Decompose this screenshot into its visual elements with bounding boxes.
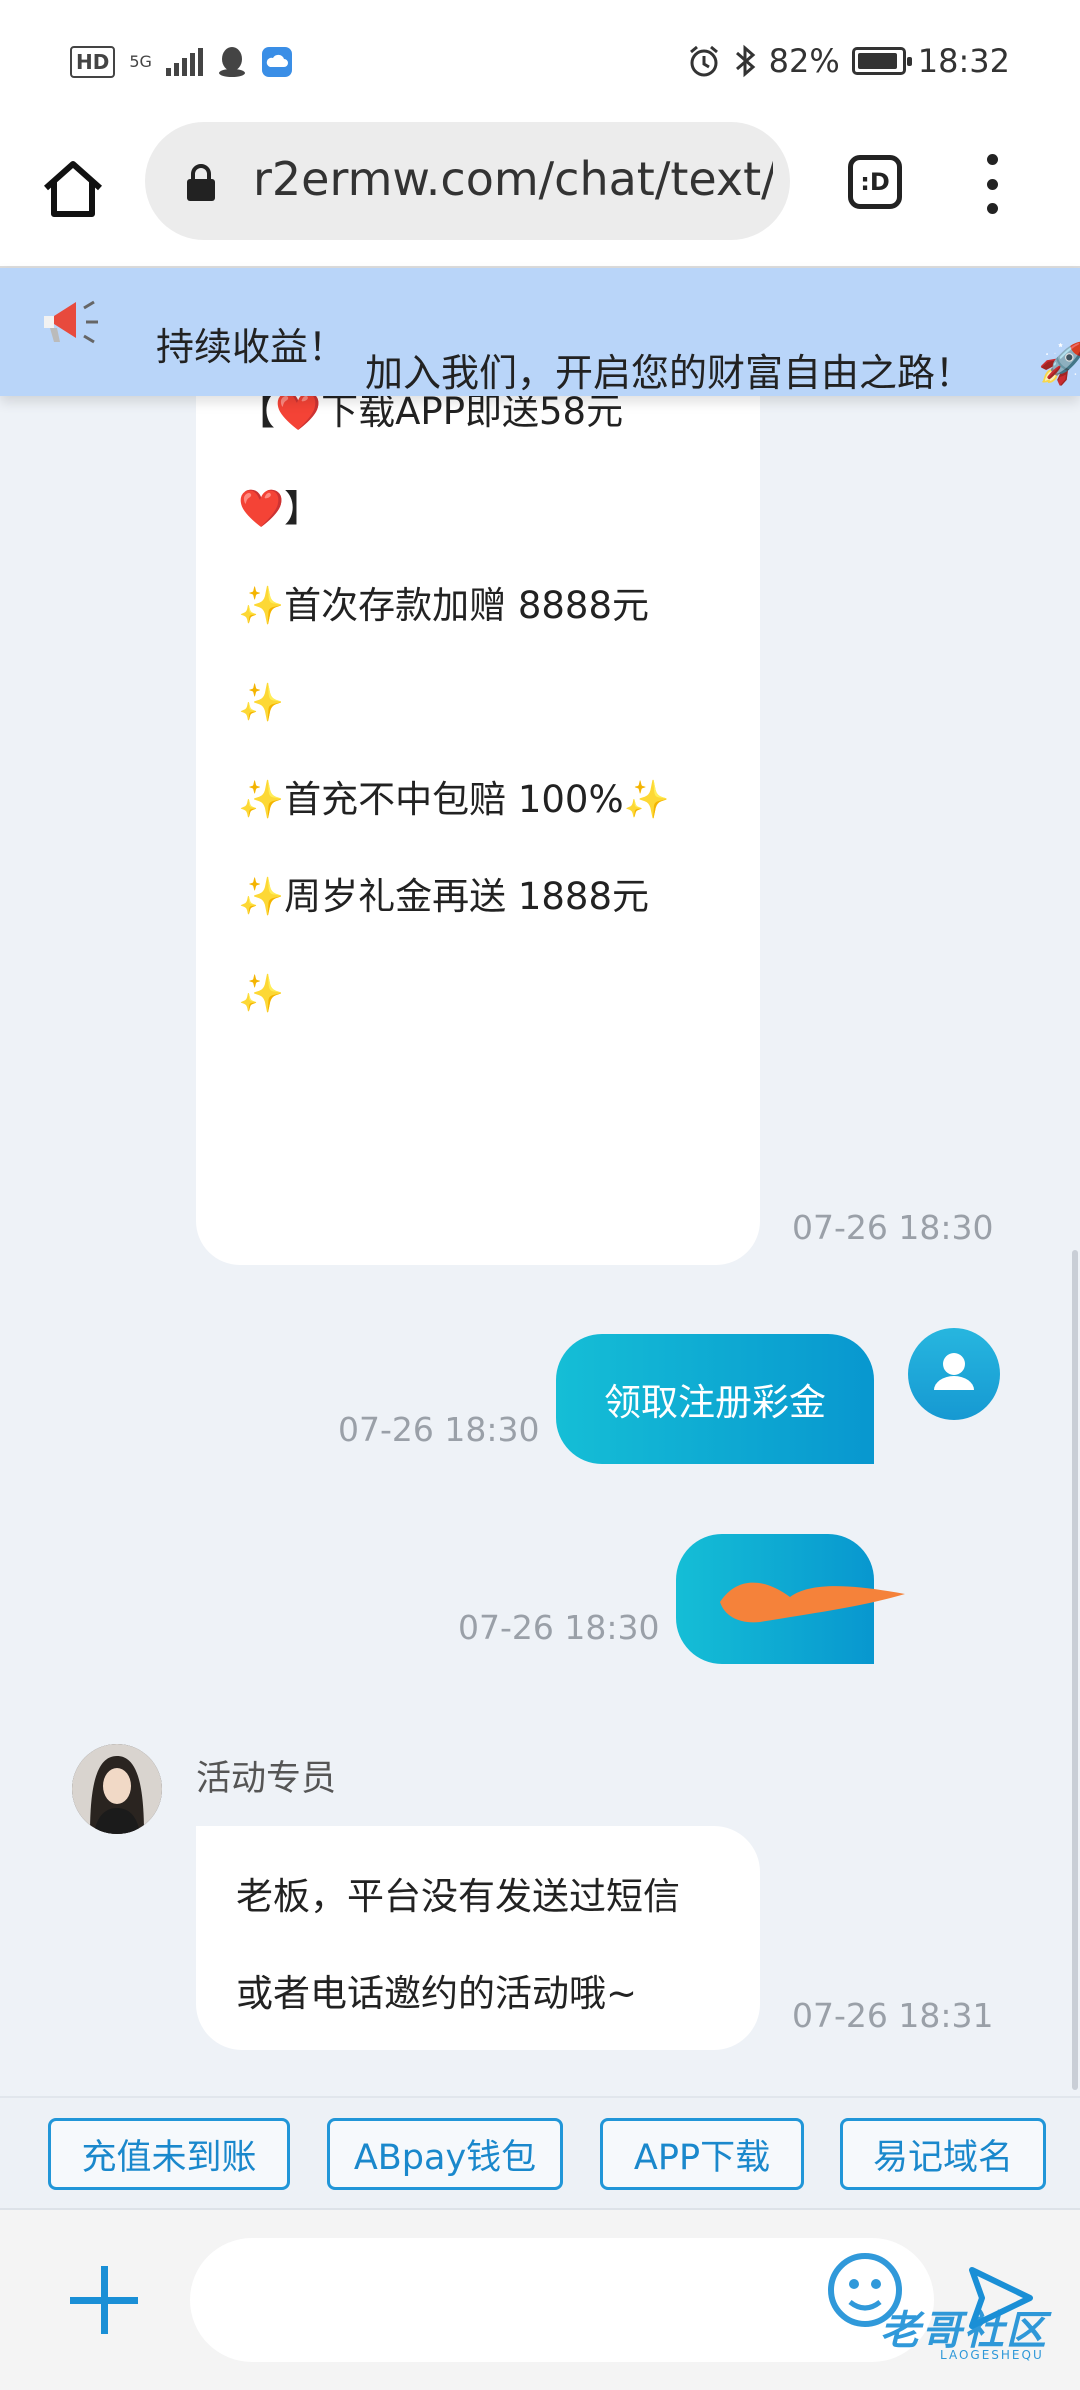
quick-reply-app-download[interactable]: APP下载 xyxy=(600,2118,804,2190)
promo-line: ✨ xyxy=(238,972,285,1015)
network-type: 5G xyxy=(129,52,152,71)
hd-indicator: HD xyxy=(70,46,116,78)
battery-icon xyxy=(851,47,912,75)
megaphone-icon xyxy=(44,300,98,344)
user-message-text: 领取注册彩金 xyxy=(604,1381,826,1424)
home-icon[interactable] xyxy=(40,156,106,222)
lock-icon xyxy=(187,164,215,201)
announcement-text-part2: 加入我们，开启您的财富自由之路！ xyxy=(365,351,974,395)
message-timestamp: 07-26 18:31 xyxy=(792,1996,994,2035)
quick-reply-abpay[interactable]: ABpay钱包 xyxy=(327,2118,563,2190)
promo-line: ✨首充不中包赔 100%✨ xyxy=(238,778,670,821)
address-bar[interactable]: r2ermw.com/chat/text/c xyxy=(145,122,790,240)
qq-icon xyxy=(218,47,245,77)
overflow-menu-icon[interactable] xyxy=(984,154,1000,214)
user-message-bubble: 领取注册彩金 xyxy=(556,1334,874,1464)
promo-line: ✨周岁礼金再送 1888元 xyxy=(238,875,649,918)
message-input-bar: 老哥社区 LAOGESHEQU xyxy=(0,2208,1080,2390)
promo-message-bubble: 【❤️下载APP即送58元 ❤️】 ✨首次存款加赠 8888元 ✨ ✨首充不中包… xyxy=(196,330,760,1265)
tabs-icon-label: :D xyxy=(860,168,890,196)
alarm-icon xyxy=(689,45,718,77)
bluetooth-icon xyxy=(735,44,755,78)
message-timestamp: 07-26 18:30 xyxy=(338,1410,540,1449)
agent-message-bubble: 老板，平台没有发送过短信 或者电话邀约的活动哦~ xyxy=(196,1826,760,2050)
message-timestamp: 07-26 18:30 xyxy=(792,1208,994,1247)
url-text[interactable]: r2ermw.com/chat/text/c xyxy=(253,152,773,206)
promo-line: ❤️】 xyxy=(238,487,322,530)
status-right: 82% 18:32 xyxy=(687,42,1010,80)
announcement-text-part1: 持续收益！ xyxy=(156,325,347,369)
user-icon xyxy=(934,1353,974,1390)
agent-avatar xyxy=(72,1744,162,1834)
quick-reply-bar: 充值未到账 ABpay钱包 APP下载 易记域名 xyxy=(0,2096,1080,2210)
announcement-banner: 持续收益！ 加入我们，开启您的财富自由之路！ 🚀 xyxy=(0,268,1080,396)
status-bar: HD 5G 82% 18:32 xyxy=(0,0,1080,130)
agent-message-line: 老板，平台没有发送过短信 xyxy=(236,1875,680,1918)
user-avatar xyxy=(908,1328,1000,1420)
promo-line: 【❤️下载APP即送58元 xyxy=(238,390,624,433)
promo-line: ✨ xyxy=(238,681,285,724)
watermark: 老哥社区 LAOGESHEQU xyxy=(820,2238,1070,2388)
plus-icon[interactable] xyxy=(68,2264,140,2336)
agent-name: 活动专员 xyxy=(196,1759,337,1799)
status-left: HD 5G xyxy=(70,46,293,78)
message-timestamp: 07-26 18:30 xyxy=(458,1608,660,1647)
quick-reply-domain[interactable]: 易记域名 xyxy=(840,2118,1046,2190)
tabs-button[interactable]: :D xyxy=(848,155,902,209)
cloud-app-icon xyxy=(261,47,292,77)
redaction-scribble xyxy=(720,1582,905,1623)
clock: 18:32 xyxy=(917,42,1010,80)
watermark-subtext: LAOGESHEQU xyxy=(940,2348,1044,2362)
rocket-icon: 🚀 xyxy=(1038,341,1080,387)
browser-toolbar: r2ermw.com/chat/text/c :D xyxy=(0,122,1080,268)
chat-scrollbar[interactable] xyxy=(1072,1250,1078,2090)
battery-level xyxy=(857,53,898,69)
signal-icon xyxy=(165,48,203,76)
agent-message-line: 或者电话邀约的活动哦~ xyxy=(236,1972,638,2015)
battery-percent: 82% xyxy=(768,42,840,80)
agent-portrait xyxy=(72,1744,162,1834)
quick-reply-recharge[interactable]: 充值未到账 xyxy=(48,2118,290,2190)
promo-line: ✨首次存款加赠 8888元 xyxy=(238,584,649,627)
